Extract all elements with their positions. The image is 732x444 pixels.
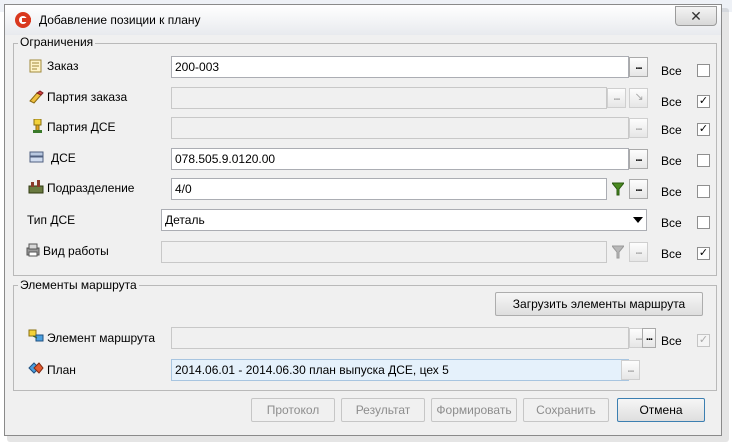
part-batch-browse-button[interactable]: ...	[629, 118, 648, 138]
part-field[interactable]: 078.505.9.0120.00	[171, 148, 629, 170]
work-type-field[interactable]	[161, 241, 607, 263]
work-type-label: Вид работы	[43, 244, 109, 258]
order-icon	[29, 59, 42, 73]
part-type-all-label: Все	[661, 216, 682, 230]
department-field[interactable]: 4/0	[171, 178, 607, 200]
part-type-all-checkbox[interactable]	[697, 216, 710, 229]
window-title: Добавление позиции к плану	[39, 13, 201, 27]
plan-icon	[28, 362, 44, 374]
close-button[interactable]: ✕	[675, 6, 717, 26]
dialog-window: Добавление позиции к плану ✕ Ограничения…	[4, 4, 722, 436]
route-element-extra-button[interactable]: ...	[642, 328, 656, 348]
route-element-icon	[28, 329, 44, 342]
order-batch-clear-button[interactable]: ↘	[629, 88, 648, 108]
work-type-icon	[26, 243, 40, 257]
part-batch-all-checkbox[interactable]: ✓	[697, 123, 710, 136]
order-batch-browse-button[interactable]: ...	[607, 88, 626, 108]
work-type-all-checkbox[interactable]: ✓	[697, 247, 710, 260]
route-element-field[interactable]	[171, 327, 629, 349]
department-icon	[28, 180, 44, 194]
part-browse-button[interactable]: ...	[629, 149, 648, 169]
plan-label: План	[47, 363, 76, 377]
order-batch-all-label: Все	[661, 95, 682, 109]
part-all-label: Все	[661, 154, 682, 168]
department-label: Подразделение	[47, 181, 135, 195]
order-batch-all-checkbox[interactable]: ✓	[697, 95, 710, 108]
part-batch-label: Партия ДСЕ	[47, 120, 116, 134]
part-label: ДСЕ	[51, 151, 76, 165]
part-batch-icon	[33, 119, 42, 133]
order-field[interactable]: 200-003	[171, 56, 629, 78]
load-route-elements-button[interactable]: Загрузить элементы маршрута	[495, 292, 703, 316]
order-all-checkbox[interactable]	[697, 64, 710, 77]
part-batch-all-label: Все	[661, 123, 682, 137]
title-bar: Добавление позиции к плану ✕	[5, 5, 721, 35]
work-type-all-label: Все	[661, 247, 682, 261]
protocol-button[interactable]: Протокол	[251, 398, 335, 422]
generate-button[interactable]: Формировать	[431, 398, 517, 422]
part-type-value: Деталь	[165, 213, 205, 227]
save-button[interactable]: Сохранить	[523, 398, 609, 422]
work-type-browse-button[interactable]: ...	[629, 242, 648, 262]
part-all-checkbox[interactable]	[697, 154, 710, 167]
part-batch-field[interactable]	[171, 117, 629, 139]
restrictions-group-title: Ограничения	[18, 35, 96, 49]
route-element-label: Элемент маршрута	[47, 331, 156, 345]
order-label: Заказ	[47, 59, 79, 73]
order-batch-icon	[29, 90, 44, 104]
part-type-select[interactable]: Деталь	[161, 209, 647, 231]
order-browse-button[interactable]: ...	[629, 57, 648, 77]
part-type-label: Тип ДСЕ	[27, 213, 76, 227]
part-icon	[29, 151, 44, 163]
cancel-button[interactable]: Отмена	[617, 398, 705, 422]
plan-browse-button[interactable]: ...	[621, 360, 640, 380]
route-element-all-label: Все	[661, 334, 682, 348]
order-batch-field[interactable]	[171, 87, 607, 109]
chevron-down-icon[interactable]	[633, 217, 643, 223]
order-batch-label: Партия заказа	[47, 90, 128, 104]
filter-disabled-icon[interactable]	[612, 245, 624, 259]
order-all-label: Все	[661, 64, 682, 78]
app-logo-icon	[15, 12, 31, 28]
department-browse-button[interactable]: ...	[629, 179, 648, 199]
route-element-all-checkbox[interactable]: ✓	[697, 334, 710, 347]
result-button[interactable]: Результат	[341, 398, 425, 422]
department-all-checkbox[interactable]	[697, 185, 710, 198]
filter-icon[interactable]	[612, 182, 624, 196]
department-all-label: Все	[661, 185, 682, 199]
route-elements-group-title: Элементы маршрута	[18, 278, 139, 292]
plan-field[interactable]: 2014.06.01 - 2014.06.30 план выпуска ДСЕ…	[171, 359, 629, 381]
